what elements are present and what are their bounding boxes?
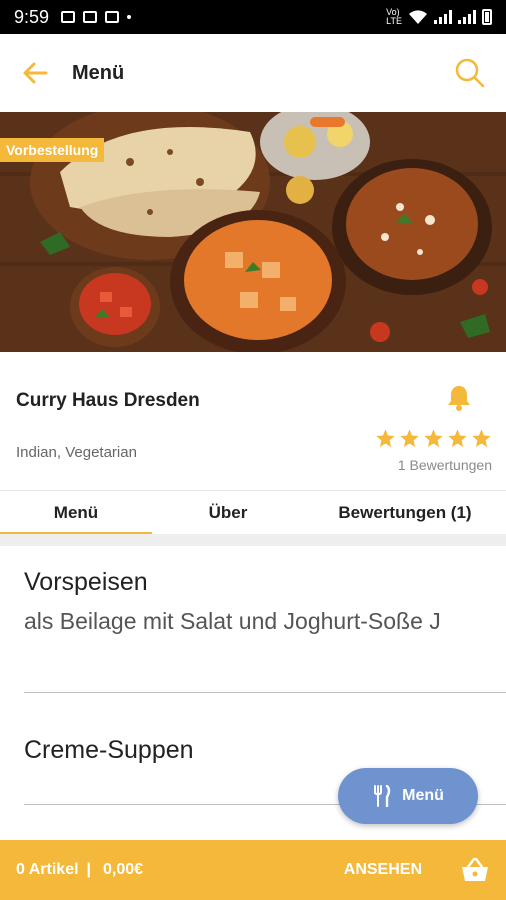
tab-about[interactable]: Über — [152, 491, 304, 534]
more-notifications-icon — [127, 15, 132, 19]
arrow-left-icon — [23, 62, 48, 84]
video-icon — [105, 11, 120, 23]
section-title-starters[interactable]: Vorspeisen — [24, 568, 148, 597]
rating-stars — [375, 428, 492, 449]
section-title-cream-soups[interactable]: Creme-Suppen — [24, 736, 194, 765]
status-bar: 9:59 Vo) LTE — [0, 0, 506, 34]
view-cart-button[interactable]: ANSEHEN — [344, 861, 422, 879]
basket-icon[interactable] — [460, 855, 490, 885]
menu-fab-button[interactable]: Menü — [338, 768, 478, 824]
tab-menu[interactable]: Menü — [0, 491, 152, 535]
star-icon — [448, 429, 467, 447]
section-description-starters: als Beilage mit Salat und Joghurt-Soße J — [24, 608, 441, 634]
battery-icon — [482, 9, 492, 25]
cutlery-icon — [374, 785, 391, 807]
status-time: 9:59 — [14, 6, 50, 27]
bell-icon[interactable] — [446, 384, 472, 412]
cart-total: 0,00€ — [103, 861, 144, 878]
review-count[interactable]: 1 Bewertungen — [398, 457, 492, 473]
system-icons: Vo) LTE — [386, 8, 492, 26]
cart-item-count: 0 Artikel — [16, 861, 79, 878]
tab-reviews[interactable]: Bewertungen (1) — [304, 491, 506, 534]
restaurant-cuisine: Indian, Vegetarian — [16, 444, 137, 461]
tab-bar: Menü Über Bewertungen (1) — [0, 490, 506, 535]
star-icon — [424, 429, 443, 447]
search-icon[interactable] — [454, 57, 486, 89]
menu-fab-label: Menü — [402, 787, 444, 804]
back-button[interactable] — [20, 58, 50, 88]
restaurant-name: Curry Haus Dresden — [16, 390, 200, 411]
star-icon — [400, 429, 419, 447]
cart-separator: | — [86, 861, 92, 878]
app-notification-icon — [83, 11, 98, 23]
star-icon — [472, 429, 491, 447]
gallery-icon — [61, 11, 76, 23]
app-bar: Menü — [0, 34, 506, 112]
signal-2-icon — [458, 10, 476, 24]
volte-icon: Vo) LTE — [386, 7, 402, 26]
notification-icons — [61, 11, 132, 23]
section-gap — [0, 534, 506, 546]
page-title: Menü — [72, 61, 125, 84]
preorder-badge: Vorbestellung — [0, 138, 105, 162]
cart-bar[interactable]: 0 Artikel | 0,00€ ANSEHEN — [0, 840, 506, 900]
star-icon — [376, 429, 395, 447]
restaurant-hero-image: Vorbestellung — [0, 112, 506, 352]
section-divider — [24, 692, 506, 693]
restaurant-info: Curry Haus Dresden Indian, Vegetarian 1 … — [0, 352, 506, 490]
wifi-icon — [409, 10, 427, 24]
signal-icon — [434, 10, 452, 24]
